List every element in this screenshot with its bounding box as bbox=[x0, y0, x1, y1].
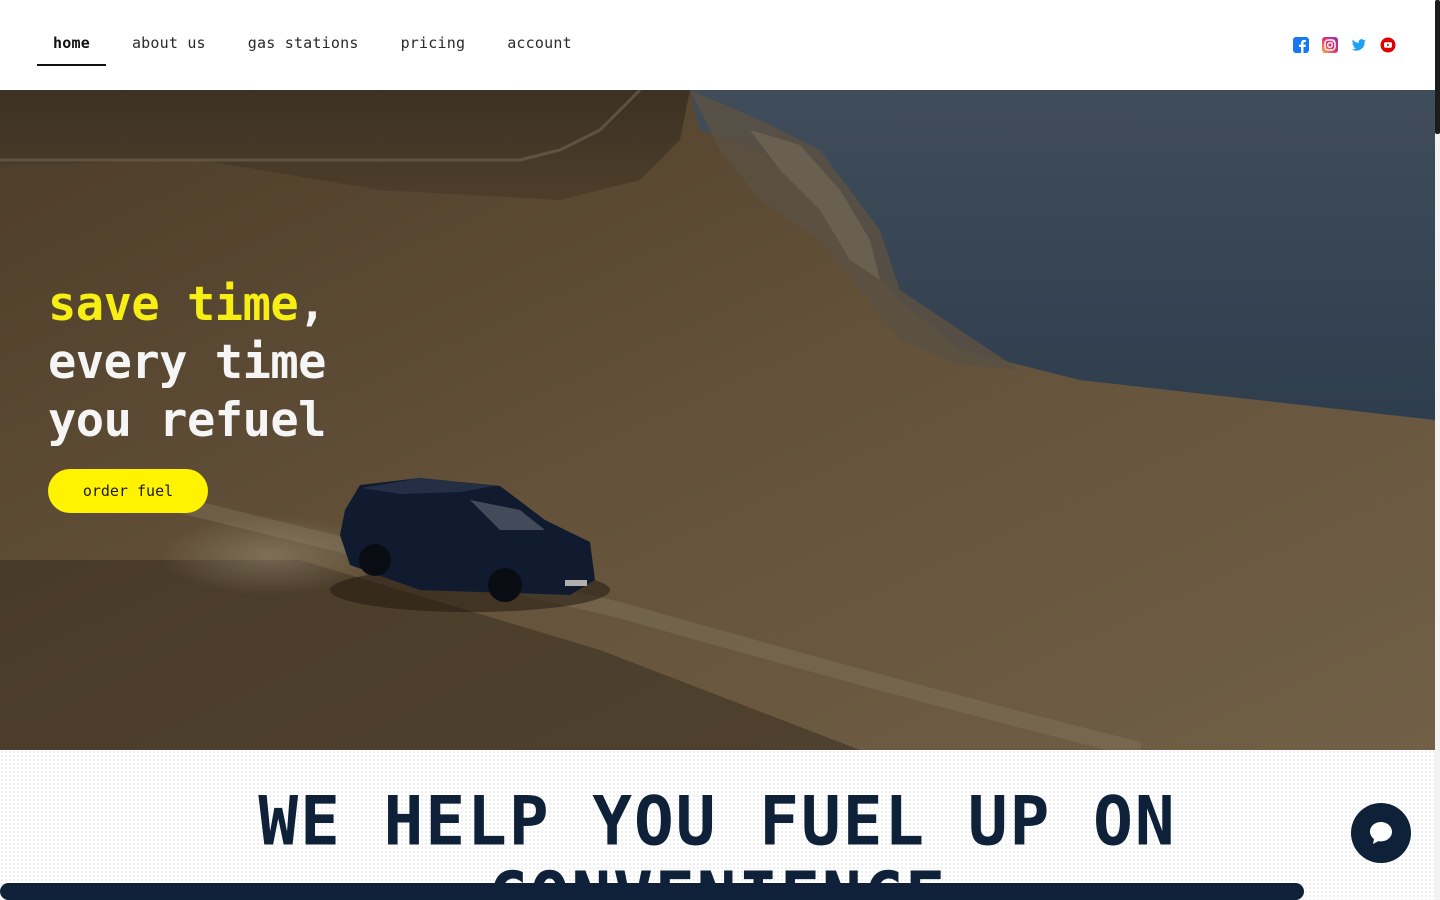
nav-item-about-us[interactable]: about us bbox=[116, 24, 222, 66]
nav-item-home[interactable]: home bbox=[37, 24, 106, 66]
nav-item-pricing[interactable]: pricing bbox=[385, 24, 482, 66]
convenience-section: WE HELP YOU FUEL UP ON CONVENIENCE bbox=[0, 750, 1435, 900]
main-nav: home about us gas stations pricing accou… bbox=[37, 24, 598, 66]
twitter-icon[interactable] bbox=[1351, 37, 1367, 53]
bottom-banner-bar bbox=[0, 883, 1304, 900]
site-header: home about us gas stations pricing accou… bbox=[0, 0, 1435, 90]
facebook-icon[interactable] bbox=[1293, 37, 1309, 53]
hero-title: save time, every time you refuel bbox=[48, 276, 326, 450]
scrollbar-thumb[interactable] bbox=[1435, 0, 1440, 134]
section-title-line1: WE HELP YOU FUEL UP ON bbox=[258, 782, 1177, 862]
hero-title-line3: you refuel bbox=[48, 393, 326, 448]
nav-item-account[interactable]: account bbox=[491, 24, 588, 66]
hero-section: save time, every time you refuel order f… bbox=[0, 90, 1435, 750]
scrollbar-track[interactable] bbox=[1435, 0, 1440, 900]
instagram-icon[interactable] bbox=[1322, 37, 1338, 53]
nav-item-gas-stations[interactable]: gas stations bbox=[232, 24, 375, 66]
hero-title-highlight: save time bbox=[48, 277, 299, 332]
chat-bubble-icon bbox=[1370, 822, 1392, 844]
hero-title-comma: , bbox=[298, 277, 326, 332]
chat-widget-button[interactable] bbox=[1351, 803, 1411, 863]
hero-title-line2: every time bbox=[48, 335, 326, 390]
order-fuel-button[interactable]: order fuel bbox=[48, 469, 208, 513]
social-links bbox=[1293, 37, 1396, 53]
youtube-icon[interactable] bbox=[1380, 37, 1396, 53]
